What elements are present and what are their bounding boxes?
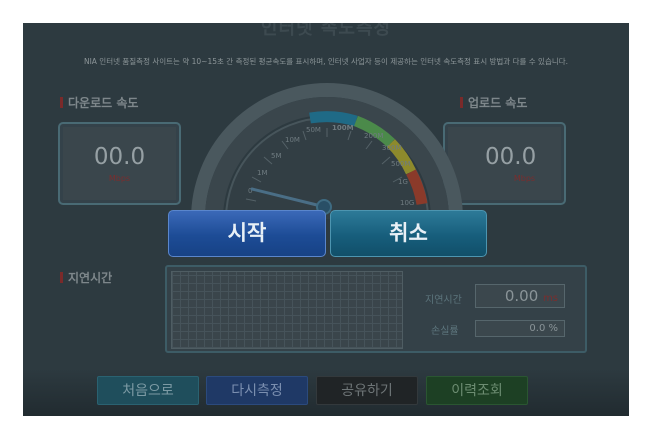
loss-rate-label: 손실률 — [431, 326, 459, 337]
gauge-tick-label: 1M — [257, 169, 268, 177]
gauge-tick-label: 10G — [400, 199, 414, 207]
speed-gauge: 0 1M 5M 10M 50M 100M 200M 300M 500M 1G 1… — [191, 83, 463, 219]
gauge-tick-label: 300M — [382, 144, 401, 152]
speed-test-panel: 인터넷 속도측정 NIA 인터넷 품질측정 사이트는 약 10~15초 간 측정… — [23, 23, 629, 416]
latency-graph-grid — [171, 271, 403, 349]
section-marker-icon — [60, 97, 63, 108]
gauge-tick-label: 1G — [398, 178, 408, 186]
latency-value-field: 0.00 ms — [475, 284, 565, 308]
latency-value: 0.00 — [504, 287, 539, 305]
gauge-tick-label: 50M — [306, 126, 321, 134]
gauge-tick-label: 100M — [332, 124, 354, 132]
gauge-tick-label: 5M — [271, 152, 282, 160]
share-button[interactable]: 공유하기 — [316, 376, 418, 405]
download-speed-box: 00.0 Mbps — [58, 122, 181, 205]
download-speed-value: 00.0 — [93, 144, 146, 170]
upload-speed-label: 업로드 속도 — [460, 94, 527, 111]
loss-rate-field: 0.0 % — [475, 320, 565, 337]
latency-section-label: 지연시간 — [60, 269, 112, 286]
gauge-tick-label: 10M — [285, 136, 300, 144]
measurement-notice: NIA 인터넷 품질측정 사이트는 약 10~15초 간 측정된 평균속도를 표… — [83, 57, 569, 66]
retest-button[interactable]: 다시측정 — [206, 376, 308, 405]
home-button[interactable]: 처음으로 — [97, 376, 199, 405]
latency-unit: ms — [543, 293, 558, 304]
gauge-tick-label: 500M — [391, 160, 410, 168]
page-title: 인터넷 속도측정 — [260, 23, 392, 39]
download-speed-label: 다운로드 속도 — [60, 94, 138, 111]
history-button[interactable]: 이력조회 — [426, 376, 528, 405]
latency-graph-panel: 지연시간 0.00 ms 손실률 0.0 % — [165, 265, 587, 353]
upload-speed-unit: Mbps — [513, 174, 536, 183]
start-button[interactable]: 시작 — [168, 210, 326, 257]
gauge-tick-label: 200M — [364, 132, 383, 140]
download-speed-unit: Mbps — [108, 174, 131, 183]
latency-label: 지연시간 — [425, 295, 462, 306]
cancel-button[interactable]: 취소 — [330, 210, 487, 257]
section-marker-icon — [60, 272, 63, 283]
loss-rate-value: 0.0 % — [529, 323, 558, 334]
upload-speed-value: 00.0 — [485, 144, 537, 170]
